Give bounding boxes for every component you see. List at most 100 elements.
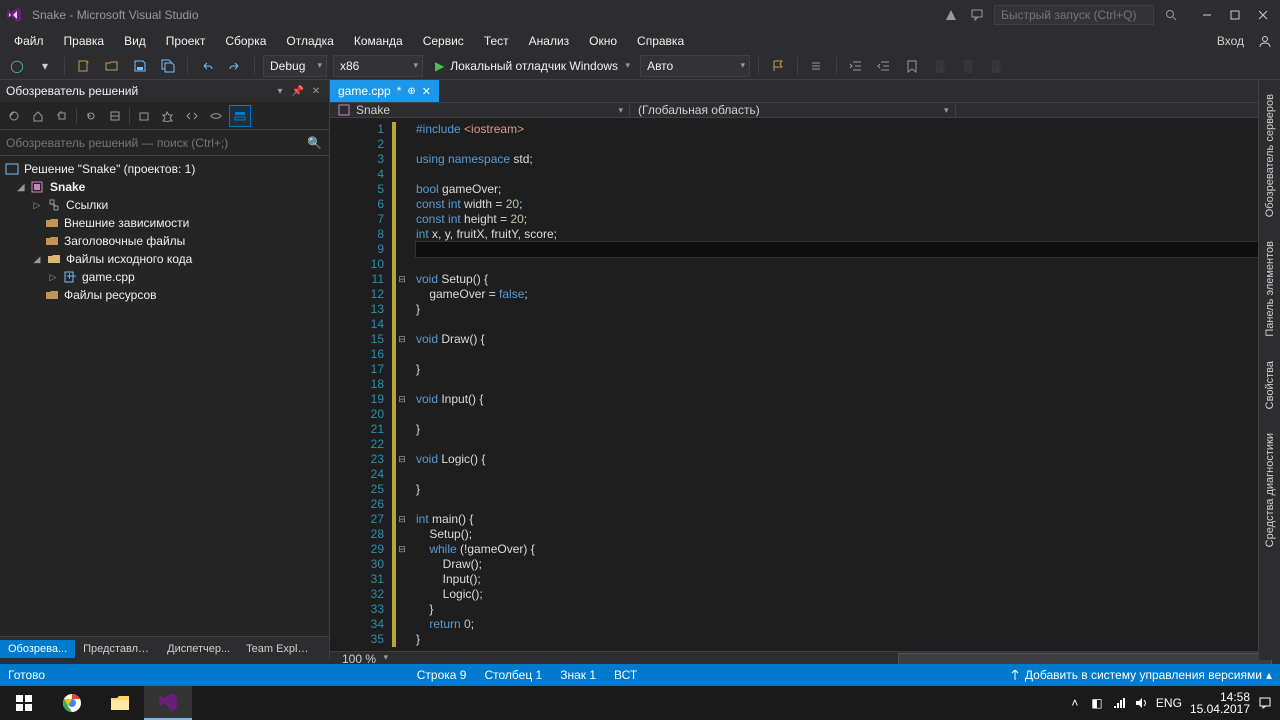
sol-code-icon[interactable] [182, 106, 202, 126]
nav-scope-dropdown[interactable]: (Глобальная область) [630, 103, 956, 117]
user-icon[interactable] [1258, 34, 1272, 48]
solution-explorer-panel: Обозреватель решений ▾ 📌 ✕ 🔍 [0, 80, 330, 660]
sol-home-button[interactable] [28, 106, 48, 126]
menu-debug[interactable]: Отладка [276, 32, 343, 50]
tree-external[interactable]: Внешние зависимости [0, 214, 329, 232]
tree-sources[interactable]: ◢ Файлы исходного кода [0, 250, 329, 268]
menu-build[interactable]: Сборка [215, 32, 276, 50]
menu-project[interactable]: Проект [156, 32, 216, 50]
tree-solution[interactable]: Решение "Snake" (проектов: 1) [0, 160, 329, 178]
undo-button[interactable] [196, 55, 218, 77]
close-tab-icon[interactable]: ✕ [422, 85, 431, 98]
editor-tab-game[interactable]: game.cpp* ⊕ ✕ [330, 80, 439, 102]
sol-refresh-icon[interactable] [81, 106, 101, 126]
tb-extra2[interactable]: ░ [957, 55, 979, 77]
menu-analyze[interactable]: Анализ [519, 32, 580, 50]
tab-class-view[interactable]: Представле... [75, 640, 159, 658]
tab-team-explorer[interactable]: Team Explorer [238, 640, 322, 658]
tree-project[interactable]: ◢ Snake [0, 178, 329, 196]
menu-tools[interactable]: Сервис [413, 32, 474, 50]
solution-explorer-title: Обозреватель решений [6, 84, 269, 98]
nav-project-dropdown[interactable]: Snake [330, 103, 630, 117]
tray-notification-icon[interactable] [1258, 696, 1272, 710]
vtab-diagnostics[interactable]: Средства диагностики [1262, 425, 1278, 555]
panel-close-icon[interactable]: ✕ [309, 84, 323, 98]
nav-fwd-button[interactable]: ▾ [34, 55, 56, 77]
tray-lang[interactable]: ENG [1156, 696, 1182, 710]
tray-app-icon[interactable]: ◧ [1090, 696, 1104, 710]
expand-icon[interactable]: ◢ [32, 254, 42, 265]
menu-window[interactable]: Окно [579, 32, 627, 50]
tree-resources[interactable]: Файлы ресурсов [0, 286, 329, 304]
close-button[interactable] [1250, 5, 1276, 25]
minimize-button[interactable] [1194, 5, 1220, 25]
tree-headers[interactable]: Заголовочные файлы [0, 232, 329, 250]
start-debug-button[interactable]: ▶Локальный отладчик Windows [429, 55, 634, 77]
sol-preview-icon[interactable] [206, 106, 226, 126]
notify-icon[interactable] [942, 6, 960, 24]
tree-file-game[interactable]: ▷ ++ game.cpp [0, 268, 329, 286]
tb-extra3[interactable]: ░ [985, 55, 1007, 77]
solution-icon [4, 162, 20, 176]
expand-icon[interactable]: ◢ [16, 182, 26, 193]
search-icon[interactable] [1162, 6, 1180, 24]
nav-member-dropdown[interactable] [956, 103, 1280, 117]
sol-view-icon[interactable] [230, 106, 250, 126]
tray-network-icon[interactable] [1112, 696, 1126, 710]
status-col: Столбец 1 [484, 668, 542, 682]
menu-team[interactable]: Команда [344, 32, 413, 50]
expand-icon[interactable]: ▷ [48, 272, 58, 283]
bookmark-button[interactable] [901, 55, 923, 77]
redo-button[interactable] [224, 55, 246, 77]
tree-refs[interactable]: ▷ Ссылки [0, 196, 329, 214]
quick-launch-input[interactable] [994, 5, 1154, 25]
menu-file[interactable]: Файл [4, 32, 54, 50]
nav-back-button[interactable]: ◯ [6, 55, 28, 77]
menu-test[interactable]: Тест [474, 32, 519, 50]
start-button[interactable] [0, 686, 48, 720]
config-dropdown[interactable]: Debug [263, 55, 327, 77]
taskbar-explorer[interactable] [96, 686, 144, 720]
tab-solution-explorer[interactable]: Обозрева... [0, 640, 75, 658]
feedback-icon[interactable] [968, 6, 986, 24]
vtab-toolbox[interactable]: Панель элементов [1262, 233, 1278, 345]
status-vc-link[interactable]: Добавить в систему управления версиями ▴ [1009, 668, 1272, 682]
new-button[interactable] [73, 55, 95, 77]
comment-button[interactable] [806, 55, 828, 77]
save-all-button[interactable] [157, 55, 179, 77]
refs-icon [46, 198, 62, 212]
panel-pin-icon[interactable]: 📌 [291, 84, 305, 98]
tb-extra1[interactable]: ░ [929, 55, 951, 77]
expand-icon[interactable]: ▷ [32, 200, 42, 211]
code-editor[interactable]: 1234567891011121314151617181920212223242… [330, 118, 1280, 651]
scope-dropdown[interactable]: Авто [640, 55, 750, 77]
tab-dispatcher[interactable]: Диспетчер... [159, 640, 238, 658]
tray-volume-icon[interactable] [1134, 696, 1148, 710]
sol-home-icon[interactable] [4, 106, 24, 126]
tray-clock[interactable]: 14:5815.04.2017 [1190, 691, 1250, 715]
menu-view[interactable]: Вид [114, 32, 156, 50]
flag-button[interactable] [767, 55, 789, 77]
solution-search-input[interactable] [6, 136, 307, 150]
sol-sync-icon[interactable] [52, 106, 72, 126]
sol-collapse-icon[interactable] [105, 106, 125, 126]
maximize-button[interactable] [1222, 5, 1248, 25]
platform-dropdown[interactable]: x86 [333, 55, 423, 77]
taskbar-chrome[interactable] [48, 686, 96, 720]
outdent-button[interactable] [873, 55, 895, 77]
vtab-properties[interactable]: Свойства [1262, 353, 1278, 417]
signin-link[interactable]: Вход [1209, 32, 1252, 50]
menu-help[interactable]: Справка [627, 32, 694, 50]
pin-icon[interactable]: ⊕ [407, 86, 415, 97]
menu-edit[interactable]: Правка [54, 32, 115, 50]
sol-props-icon[interactable] [158, 106, 178, 126]
open-button[interactable] [101, 55, 123, 77]
taskbar-vs[interactable] [144, 686, 192, 720]
vtab-server-explorer[interactable]: Обозреватель серверов [1262, 86, 1278, 225]
search-icon[interactable]: 🔍 [307, 136, 323, 150]
sol-showall-icon[interactable] [134, 106, 154, 126]
indent-button[interactable] [845, 55, 867, 77]
tray-up-icon[interactable]: ˄ [1068, 696, 1082, 710]
save-button[interactable] [129, 55, 151, 77]
panel-dropdown-icon[interactable]: ▾ [273, 84, 287, 98]
